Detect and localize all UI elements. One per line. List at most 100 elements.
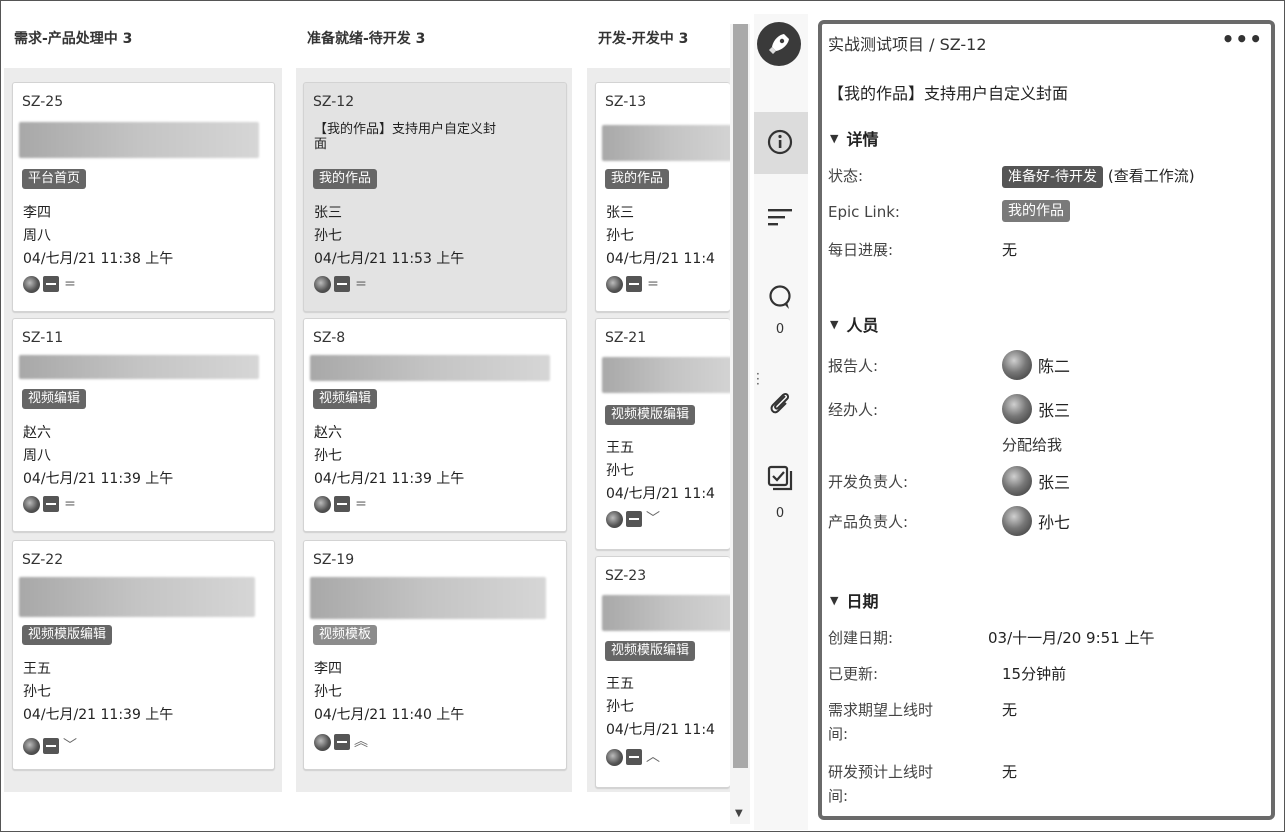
issue-key: SZ-25 [22,94,64,110]
epic-tag: 视频模版编辑 [605,405,696,425]
issue-summary-line1: 【我的作品】支持用户自定义封 [314,122,497,137]
issue-date: 04/七月/21 11:39 上午 [23,707,174,723]
issue-card[interactable]: SZ-11 视频编辑 赵六 周八 04/七月/21 11:39 上午 = [12,318,275,532]
assignee-label: 经办人: [828,401,879,419]
owner-name: 周八 [23,228,51,244]
epic-badge[interactable]: 我的作品 [1002,200,1070,222]
issue-card[interactable]: SZ-19 视频模板 李四 孙七 04/七月/21 11:40 上午 ︽ [303,540,567,770]
detail-icon-rail: 0 · · · 0 [754,14,808,830]
assignee-value[interactable]: 张三 [1002,394,1070,424]
more-options-icon[interactable]: ••• [1222,27,1263,51]
epic-tag: 我的作品 [313,169,378,189]
reporter-value[interactable]: 陈二 [1002,350,1070,380]
board-scrollbar[interactable]: ▼ [730,24,750,824]
section-title: 详情 [846,130,879,149]
assign-to-me-link[interactable]: 分配给我 [1002,434,1062,455]
epic-link-value: 我的作品 [1002,200,1070,222]
issue-card[interactable]: SZ-21 视频模版编辑 王五 孙七 04/七月/21 11:4 ﹀ [595,318,730,550]
owner-name: 孙七 [23,684,51,700]
issue-card[interactable]: SZ-22 视频模版编辑 王五 孙七 04/七月/21 11:39 上午 ﹀ [12,540,275,770]
created-value: 03/十一月/20 9:51 上午 [988,629,1155,647]
issue-key: SZ-22 [22,552,64,568]
drag-handle-icon[interactable]: · · · [756,368,760,390]
status-label: 状态: [828,167,864,185]
owner-name: 周八 [23,448,51,464]
reporter-label: 报告人: [828,357,879,375]
issue-date: 04/七月/21 11:4 [606,486,715,502]
scroll-down-arrow-icon[interactable]: ▼ [735,808,743,819]
priority-icon: = [355,496,367,512]
comment-icon[interactable] [764,284,796,318]
assignee-name: 张三 [1038,401,1071,420]
epic-tag: 视频编辑 [313,389,378,409]
product-owner-name: 孙七 [1038,513,1071,532]
priority-icon: = [355,276,367,292]
epic-tag: 平台首页 [22,169,87,189]
blurred-summary [602,595,730,631]
epic-link-label: Epic Link: [828,203,900,221]
daily-progress-value[interactable]: 无 [1002,239,1017,260]
paperclip-icon[interactable] [764,388,796,424]
product-owner-value[interactable]: 孙七 [1002,506,1070,536]
filter-lines-icon[interactable] [764,206,796,234]
people-section-header[interactable]: ▼ 人员 [830,312,878,336]
avatar [606,510,623,528]
issue-card[interactable]: SZ-23 视频模版编辑 王五 孙七 04/七月/21 11:4 ︿ [595,556,730,788]
issue-summary-line2: 面 [314,137,328,152]
reporter-name: 陈二 [1038,357,1071,376]
section-title: 日期 [846,592,879,611]
issue-type-icon [334,276,350,292]
issue-card-selected[interactable]: SZ-12 【我的作品】支持用户自定义封 面 我的作品 张三 孙七 04/七月/… [303,82,567,312]
avatar [1002,394,1032,424]
issue-type-icon [43,496,59,512]
card-icons: ︽ [314,733,369,751]
issue-title[interactable]: 【我的作品】支持用户自定义封面 [828,80,1068,104]
avatar [314,275,331,293]
scrollbar-thumb[interactable] [733,24,748,768]
avatar [23,275,40,293]
owner-name: 孙七 [314,684,342,700]
dev-owner-value[interactable]: 张三 [1002,466,1070,496]
planned-launch-value[interactable]: 无 [1002,761,1017,782]
issue-card[interactable]: SZ-13 我的作品 张三 孙七 04/七月/21 11:4 = [595,82,730,312]
epic-tag: 视频模版编辑 [605,641,696,661]
checklist-icon[interactable] [764,464,796,498]
owner-name: 孙七 [606,463,634,479]
section-title: 人员 [846,316,879,335]
issue-key: SZ-23 [605,568,647,584]
column-header-ready: 准备就绪-待开发 3 [307,31,426,47]
epic-tag: 视频模版编辑 [22,625,113,645]
issue-type-icon [43,738,59,754]
issue-date: 04/七月/21 11:39 上午 [23,471,174,487]
expected-launch-value[interactable]: 无 [1002,699,1017,720]
label-line2: 间: [828,725,849,743]
priority-icon: = [64,276,76,292]
dates-section-header[interactable]: ▼ 日期 [830,588,878,612]
issue-key: SZ-12 [313,94,355,110]
priority-icon: ︽ [354,734,368,750]
dev-owner-name: 张三 [1038,473,1071,492]
assignee-name: 王五 [606,676,634,692]
rocket-icon[interactable] [757,22,801,66]
issue-detail-panel: 实战测试项目 / SZ-12 ••• 【我的作品】支持用户自定义封面 ▼ 详情 … [818,20,1275,820]
view-workflow-link[interactable]: (查看工作流) [1108,167,1195,185]
issue-card[interactable]: SZ-25 平台首页 李四 周八 04/七月/21 11:38 上午 = [12,82,275,312]
label-line1: 研发预计上线时 [828,763,934,781]
issue-date: 04/七月/21 11:4 [606,722,715,738]
assignee-name: 张三 [606,205,634,221]
assignee-name: 李四 [314,661,342,677]
card-icons: ﹀ [606,510,661,528]
info-icon[interactable] [764,128,796,162]
updated-value: 15分钟前 [1002,665,1067,683]
priority-icon: = [647,276,659,292]
details-section-header[interactable]: ▼ 详情 [830,126,878,150]
issue-key: SZ-8 [313,330,346,346]
blurred-summary [19,577,255,617]
issue-card[interactable]: SZ-8 视频编辑 赵六 孙七 04/七月/21 11:39 上午 = [303,318,567,532]
column-header-in-dev: 开发-开发中 3 [598,31,689,47]
epic-tag: 视频编辑 [22,389,87,409]
breadcrumb[interactable]: 实战测试项目 / SZ-12 [828,31,987,55]
status-badge[interactable]: 准备好-待开发 [1002,166,1104,188]
issue-date: 04/七月/21 11:53 上午 [314,251,465,267]
assignee-name: 王五 [606,440,634,456]
